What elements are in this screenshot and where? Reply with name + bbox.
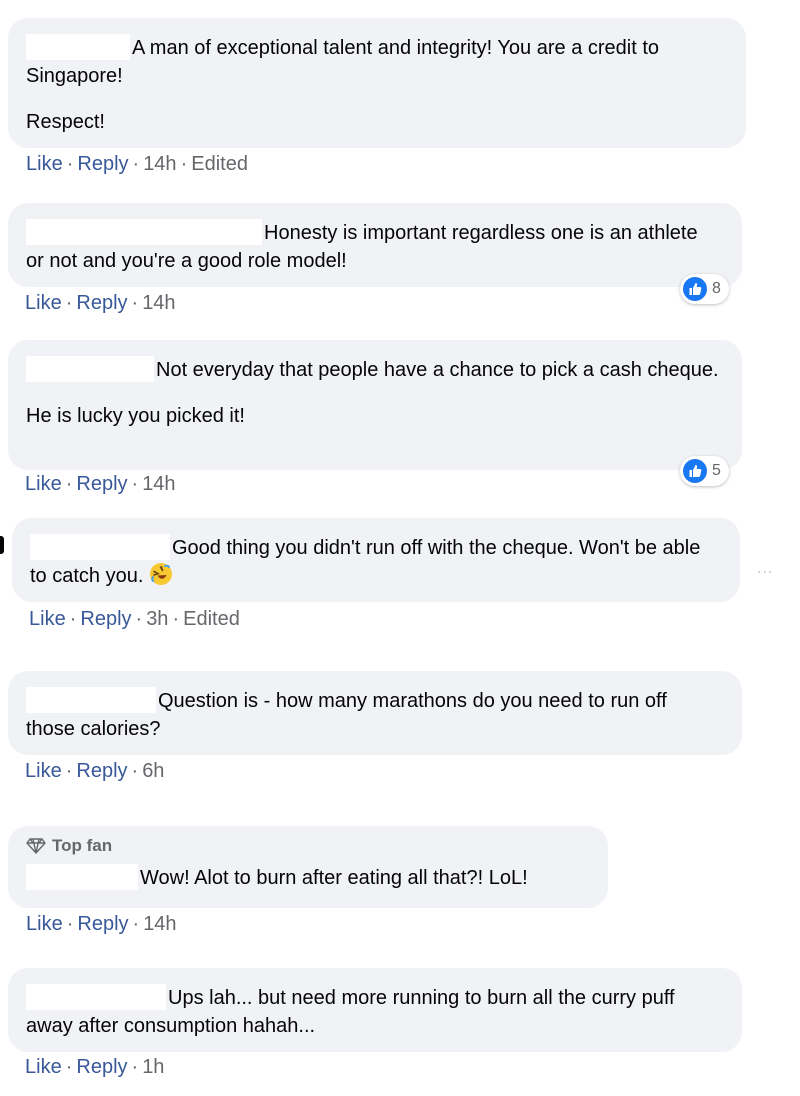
comment-actions: Like · Reply · 14h [25, 292, 176, 314]
like-link[interactable]: Like [25, 760, 62, 782]
comment-actions: Like · Reply · 14h [26, 913, 177, 935]
comment-text: Ups lah... but need more running to burn… [26, 984, 720, 1040]
redacted-author-name [26, 34, 130, 60]
reaction-count-pill[interactable]: 8 [680, 274, 729, 304]
like-link[interactable]: Like [25, 292, 62, 314]
reaction-count-pill[interactable]: 5 [680, 456, 729, 486]
comment-timestamp[interactable]: 14h [143, 913, 176, 935]
comment-timestamp[interactable]: 14h [143, 153, 176, 175]
reaction-count: 8 [712, 280, 721, 297]
comment-timestamp[interactable]: 6h [142, 760, 164, 782]
comment-actions: Like · Reply · 3h · Edited [29, 608, 240, 630]
redacted-author-name [26, 984, 166, 1010]
top-fan-badge[interactable]: Top fan [26, 836, 586, 856]
reply-link[interactable]: Reply [76, 292, 127, 314]
reply-link[interactable]: Reply [76, 473, 127, 495]
redacted-author-name [30, 534, 170, 560]
comment-actions: Like · Reply · 1h [25, 1056, 165, 1078]
like-link[interactable]: Like [26, 913, 63, 935]
comment-timestamp[interactable]: 14h [142, 292, 175, 314]
comment-bubble: A man of exceptional talent and integrit… [8, 18, 746, 148]
more-dots-icon[interactable]: ... [757, 560, 773, 578]
redacted-author-name [26, 356, 154, 382]
comment-text: Wow! Alot to burn after eating all that?… [26, 864, 586, 892]
reply-link[interactable]: Reply [80, 608, 131, 630]
comment-bubble: Not everyday that people have a chance t… [8, 340, 742, 470]
comment-timestamp[interactable]: 14h [142, 473, 175, 495]
comment-text: A man of exceptional talent and integrit… [26, 34, 724, 90]
comment-bubble: Question is - how many marathons do you … [8, 671, 742, 755]
comment-text: Question is - how many marathons do you … [26, 687, 720, 743]
reply-link[interactable]: Reply [77, 153, 128, 175]
rolling-on-floor-laughing-emoji [150, 563, 173, 585]
comment-paragraph: Respect! [26, 111, 105, 133]
edge-marker [0, 536, 4, 554]
comment-line: Wow! Alot to burn after eating all that?… [140, 867, 528, 889]
top-fan-label: Top fan [52, 836, 113, 855]
comment-timestamp[interactable]: 3h [146, 608, 168, 630]
comment-timestamp[interactable]: 1h [142, 1056, 164, 1078]
comment-bubble: Top fan Wow! Alot to burn after eating a… [8, 826, 608, 908]
comment-actions: Like · Reply · 14h · Edited [26, 153, 248, 175]
comment-paragraph: He is lucky you picked it! [26, 405, 245, 427]
diamond-icon [26, 838, 46, 854]
reply-link[interactable]: Reply [76, 1056, 127, 1078]
redacted-author-name [26, 687, 156, 713]
comment-actions: Like · Reply · 14h [25, 473, 176, 495]
redacted-author-name [26, 864, 138, 890]
like-link[interactable]: Like [25, 1056, 62, 1078]
like-link[interactable]: Like [26, 153, 63, 175]
like-link[interactable]: Like [29, 608, 66, 630]
comment-text: Honesty is important regardless one is a… [26, 219, 720, 275]
like-thumb-icon [683, 459, 707, 483]
like-link[interactable]: Like [25, 473, 62, 495]
reaction-count: 5 [712, 462, 721, 479]
edited-label[interactable]: Edited [191, 153, 248, 175]
redacted-author-name [26, 219, 262, 245]
comment-actions: Like · Reply · 6h [25, 760, 165, 782]
comment-text: Good thing you didn't run off with the c… [30, 534, 718, 590]
comment-line: Not everyday that people have a chance t… [156, 359, 719, 381]
comment-text: Not everyday that people have a chance t… [26, 356, 720, 384]
reply-link[interactable]: Reply [76, 760, 127, 782]
edited-label[interactable]: Edited [183, 608, 240, 630]
reply-link[interactable]: Reply [77, 913, 128, 935]
comment-bubble: Ups lah... but need more running to burn… [8, 968, 742, 1052]
comment-bubble: Good thing you didn't run off with the c… [12, 518, 740, 602]
comment-bubble: Honesty is important regardless one is a… [8, 203, 742, 287]
like-thumb-icon [683, 277, 707, 301]
